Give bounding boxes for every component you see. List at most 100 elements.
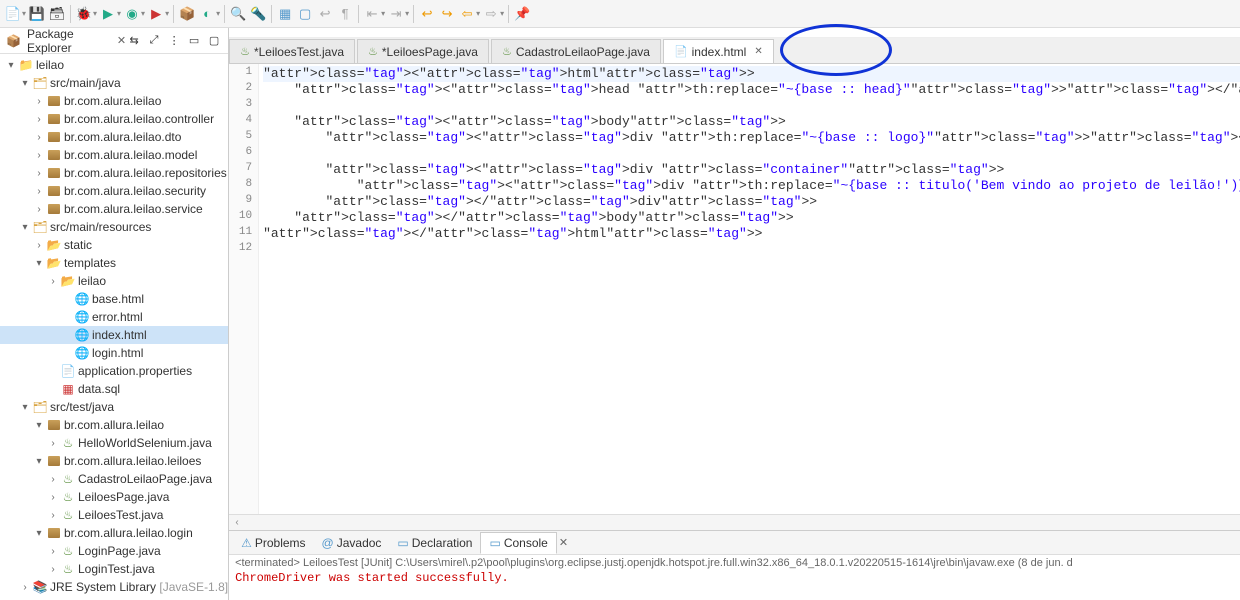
package-icon — [46, 147, 62, 163]
tree-file[interactable]: ›♨LoginPage.java — [0, 542, 228, 560]
java-file-icon: ♨ — [60, 435, 76, 451]
tab-label: Console — [504, 536, 548, 550]
close-tab-icon[interactable]: ✕ — [754, 46, 762, 57]
toggle-mark-icon[interactable]: ▦ — [276, 5, 294, 23]
tree-package[interactable]: ›br.com.alura.leilao.security — [0, 182, 228, 200]
tree-file[interactable]: ›♨LeiloesPage.java — [0, 488, 228, 506]
editor-tab[interactable]: 📄index.html✕ — [663, 39, 774, 63]
tree-package[interactable]: ›br.com.alura.leilao.model — [0, 146, 228, 164]
code-line[interactable] — [263, 98, 1240, 114]
panel-tab-console[interactable]: ▭Console — [480, 532, 556, 554]
code-line[interactable]: "attr">class="tag"></"attr">class="tag">… — [263, 194, 1240, 210]
tree-file[interactable]: ›♨LeiloesTest.java — [0, 506, 228, 524]
tree-file[interactable]: ›♨CadastroLeilaoPage.java — [0, 470, 228, 488]
code-line[interactable]: "attr">class="tag"><"attr">class="tag">d… — [263, 130, 1240, 146]
forward-icon[interactable]: ⇨ — [482, 5, 500, 23]
tree-label: br.com.alura.leilao.model — [64, 148, 197, 162]
package-icon — [46, 453, 62, 469]
package-explorer-icon: 📦 — [6, 33, 21, 49]
package-icon — [46, 129, 62, 145]
code-line[interactable]: "attr">class="tag"><"attr">class="tag">b… — [263, 114, 1240, 130]
close-icon[interactable]: ✕ — [117, 34, 126, 47]
package-explorer-title: 📦 Package Explorer ✕ — [6, 27, 126, 55]
package-icon — [46, 201, 62, 217]
tree-file[interactable]: 🌐index.html — [0, 326, 228, 344]
coverage-icon[interactable]: ◉ — [123, 5, 141, 23]
tree-label: templates — [64, 256, 116, 270]
tree-label: static — [64, 238, 92, 252]
code-line[interactable] — [263, 146, 1240, 162]
html-file-icon: 🌐 — [74, 327, 90, 343]
code-line[interactable] — [263, 242, 1240, 258]
code-editor[interactable]: 123456789101112 "attr">class="tag"><"att… — [229, 64, 1240, 514]
editor-area: ♨ *LeiloesTest.java ♨*LeiloesPage.java♨Cad… — [229, 28, 1240, 600]
package-icon — [46, 111, 62, 127]
panel-tab-declaration[interactable]: ▭Declaration — [389, 532, 480, 554]
new-package-icon[interactable]: 📦 — [178, 5, 196, 23]
tree-package[interactable]: ›br.com.alura.leilao.repositories — [0, 164, 228, 182]
folder-icon: 📂 — [46, 255, 62, 271]
minimize-icon[interactable]: ▭ — [186, 33, 202, 49]
editor-tab[interactable]: ♨CadastroLeilaoPage.java — [491, 39, 661, 63]
bottom-panel: ⚠Problems@Javadoc▭Declaration▭Console ✕ … — [229, 530, 1240, 600]
new-class-icon[interactable]: ◐ — [198, 5, 216, 23]
show-whitespace-icon[interactable]: ¶ — [336, 5, 354, 23]
link-editor-icon[interactable]: ⤢ — [146, 33, 162, 49]
code-content[interactable]: "attr">class="tag"><"attr">class="tag">h… — [259, 64, 1240, 514]
tree-package[interactable]: ›br.com.alura.leilao.controller — [0, 110, 228, 128]
java-icon: ♨ — [240, 45, 250, 58]
panel-tab-problems[interactable]: ⚠Problems — [233, 532, 313, 554]
folder-icon: 📂 — [60, 273, 76, 289]
code-line[interactable]: "attr">class="tag"><"attr">class="tag">d… — [263, 162, 1240, 178]
close-icon[interactable]: ✕ — [559, 536, 568, 549]
console-status: <terminated> LeiloesTest [JUnit] C:\User… — [229, 555, 1240, 571]
save-all-icon[interactable]: 🗃 — [48, 5, 66, 23]
tree-label: br.com.alura.leilao.dto — [64, 130, 181, 144]
nav-forward-icon[interactable]: ↪ — [438, 5, 456, 23]
indent-icon[interactable]: ⇤ — [363, 5, 381, 23]
search-icon[interactable]: 🔦 — [249, 5, 267, 23]
source-folder-icon: 🗂 — [32, 399, 48, 415]
project-tree[interactable]: ▾📁leilao ▾🗂src/main/java ›br.com.alura.l… — [0, 54, 228, 600]
tree-file[interactable]: 🌐error.html — [0, 308, 228, 326]
editor-tab[interactable]: ♨*LeiloesPage.java — [357, 39, 489, 63]
tree-package[interactable]: ›br.com.alura.leilao.dto — [0, 128, 228, 146]
tab-label: index.html — [692, 45, 747, 59]
collapse-all-icon[interactable]: ⇆ — [126, 33, 142, 49]
code-line[interactable]: "attr">class="tag"><"attr">class="tag">h… — [263, 66, 1240, 82]
editor-tab[interactable]: ♨ *LeiloesTest.java — [229, 39, 355, 63]
tree-file[interactable]: ›♨LoginTest.java — [0, 560, 228, 578]
save-icon[interactable]: 💾 — [28, 5, 46, 23]
tree-label: login.html — [92, 346, 143, 360]
nav-back-icon[interactable]: ↩ — [418, 5, 436, 23]
view-menu-icon[interactable]: ▢ — [206, 33, 222, 49]
tree-label: br.com.allura.leilao — [64, 418, 164, 432]
debug-icon[interactable]: 🐞 — [75, 5, 93, 23]
tree-file[interactable]: 🌐base.html — [0, 290, 228, 308]
run-last-icon[interactable]: ▶ — [147, 5, 165, 23]
tree-label: LoginTest.java — [78, 562, 155, 576]
back-icon[interactable]: ⇦ — [458, 5, 476, 23]
horizontal-scrollbar[interactable]: ‹› — [229, 514, 1240, 530]
new-icon[interactable]: 📄 — [4, 5, 22, 23]
tree-package[interactable]: ›br.com.alura.leilao.service — [0, 200, 228, 218]
tree-file[interactable]: 🌐login.html — [0, 344, 228, 362]
panel-tab-javadoc[interactable]: @Javadoc — [314, 532, 390, 554]
outdent-icon[interactable]: ⇥ — [387, 5, 405, 23]
code-line[interactable]: "attr">class="tag"></"attr">class="tag">… — [263, 210, 1240, 226]
java-file-icon: ♨ — [60, 489, 76, 505]
code-line[interactable]: "attr">class="tag"></"attr">class="tag">… — [263, 226, 1240, 242]
run-icon[interactable]: ▶ — [99, 5, 117, 23]
code-line[interactable]: "attr">class="tag"><"attr">class="tag">h… — [263, 82, 1240, 98]
filter-icon[interactable]: ⋮ — [166, 33, 182, 49]
source-folder-icon: 🗂 — [32, 219, 48, 235]
tree-package[interactable]: ›br.com.alura.leilao — [0, 92, 228, 110]
pin-icon[interactable]: 📌 — [513, 5, 531, 23]
toggle-block-icon[interactable]: ▢ — [296, 5, 314, 23]
tab-label: *LeiloesTest.java — [254, 45, 344, 59]
code-line[interactable]: "attr">class="tag"><"attr">class="tag">d… — [263, 178, 1240, 194]
tree-label: src/main/java — [50, 76, 121, 90]
word-wrap-icon[interactable]: ↩ — [316, 5, 334, 23]
tab-label: *LeiloesPage.java — [382, 45, 478, 59]
open-type-icon[interactable]: 🔍 — [229, 5, 247, 23]
